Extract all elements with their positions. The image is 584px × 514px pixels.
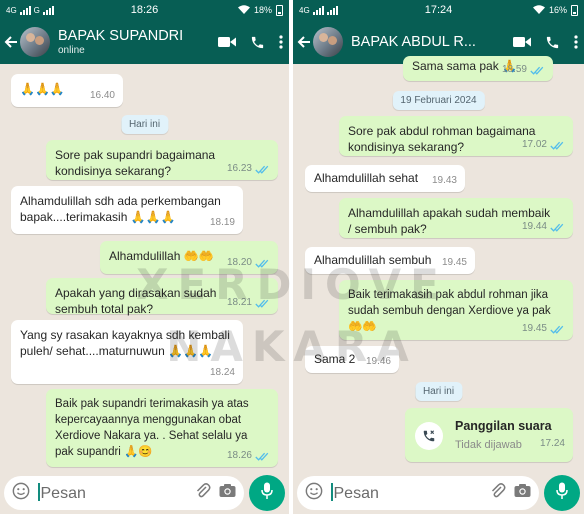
attach-icon[interactable]: [195, 482, 211, 505]
chat-screen-right: 4G 17:24 16% BAPAK ABDUL R... Sama sama …: [293, 0, 584, 514]
contact-info[interactable]: BAPAK SUPANDRI online: [58, 28, 212, 56]
message-input-container[interactable]: Pesan: [297, 476, 539, 510]
battery-percent: 16%: [548, 5, 567, 15]
message-time: 17.02: [521, 139, 547, 150]
composer: Pesan: [293, 472, 584, 514]
message-time: 18.24: [209, 367, 235, 378]
mic-button[interactable]: [544, 475, 580, 511]
contact-name: BAPAK SUPANDRI: [58, 28, 184, 44]
message-outgoing[interactable]: Alhamdulillah 🤲🤲 18.20: [100, 241, 278, 274]
network-label-2: G: [33, 5, 40, 15]
voice-call-icon[interactable]: [250, 35, 265, 50]
message-time: 16.40: [89, 90, 115, 101]
screenshot: 4G G 18:26 18% BAPAK SUPANDRI online 🙏🙏🙏…: [0, 0, 584, 514]
message-time: 19.43: [431, 175, 457, 186]
message-time: 18.59: [501, 64, 527, 75]
message-input[interactable]: Pesan: [331, 483, 482, 503]
camera-icon[interactable]: [514, 483, 531, 503]
message-incoming[interactable]: 🙏🙏🙏 16.40: [11, 74, 123, 107]
composer: Pesan: [0, 472, 289, 514]
date-separator: 19 Februari 2024: [392, 91, 485, 110]
emoji-icon[interactable]: [12, 482, 30, 505]
message-time: 18.19: [209, 217, 235, 228]
double-check-icon: [255, 165, 270, 174]
back-arrow-icon[interactable]: [2, 27, 20, 57]
message-incoming[interactable]: Sama 2 19.46: [305, 346, 399, 373]
network-label: 4G: [6, 5, 17, 15]
double-check-icon: [255, 452, 270, 461]
double-check-icon: [550, 141, 565, 150]
double-check-icon: [530, 66, 545, 75]
message-outgoing[interactable]: Apakah yang dirasakan sudah sembuh total…: [46, 278, 278, 316]
message-time: 18.21: [226, 297, 252, 308]
message-incoming[interactable]: Yang sy rasakan kayaknya sdh kembali pul…: [11, 320, 243, 384]
message-time: 17.24: [539, 438, 565, 449]
message-time: 19.46: [365, 356, 391, 367]
message-list[interactable]: 🙏🙏🙏 16.40 Hari ini Sore pak supandri bag…: [0, 64, 289, 472]
message-incoming[interactable]: Alhamdulillah sdh ada perkembangan bapak…: [11, 186, 243, 234]
double-check-icon: [550, 325, 565, 334]
back-arrow-icon[interactable]: [295, 27, 313, 57]
message-time: 18.26: [226, 450, 252, 461]
more-options-icon[interactable]: [279, 35, 283, 49]
status-bar: 4G 17:24 16%: [293, 0, 584, 20]
chat-screen-left: 4G G 18:26 18% BAPAK SUPANDRI online 🙏🙏🙏…: [0, 0, 289, 514]
attach-icon[interactable]: [490, 482, 506, 505]
mic-icon: [261, 482, 273, 505]
message-text: Yang sy rasakan kayaknya sdh kembali pul…: [20, 328, 230, 358]
message-input[interactable]: Pesan: [38, 483, 187, 503]
missed-call-icon: [415, 421, 443, 450]
contact-info[interactable]: BAPAK ABDUL R...: [351, 34, 507, 50]
message-time: 19.45: [441, 257, 467, 268]
call-status: Tidak dijawab: [455, 439, 522, 451]
double-check-icon: [550, 223, 565, 232]
chat-header: BAPAK SUPANDRI online: [0, 20, 289, 64]
message-time: 19.45: [521, 323, 547, 334]
voice-call-icon[interactable]: [545, 35, 560, 50]
mic-button[interactable]: [249, 475, 285, 511]
message-incoming[interactable]: Alhamdulillah sembuh 19.45: [305, 247, 475, 274]
battery-icon: [571, 4, 578, 16]
mic-icon: [556, 482, 568, 505]
battery-percent: 18%: [253, 5, 272, 15]
network-label: 4G: [299, 5, 310, 15]
wifi-icon: [237, 4, 250, 16]
message-list[interactable]: Sama sama pak 🙏 18.59 19 Februari 2024 S…: [293, 56, 584, 472]
message-input-container[interactable]: Pesan: [4, 476, 244, 510]
double-check-icon: [255, 299, 270, 308]
message-time: 19.44: [521, 221, 547, 232]
video-call-icon[interactable]: [218, 36, 236, 48]
double-check-icon: [255, 259, 270, 268]
signal-icon: [19, 5, 31, 15]
message-outgoing[interactable]: Alhamdulillah apakah sudah membaik / sem…: [339, 198, 573, 238]
date-separator: Hari ini: [414, 382, 463, 401]
message-outgoing[interactable]: Sore pak abdul rohman bagaimana kondisin…: [339, 116, 573, 156]
signal-icon: [312, 5, 324, 15]
more-options-icon[interactable]: [574, 35, 578, 49]
message-incoming[interactable]: Alhamdulillah sehat 19.43: [305, 165, 465, 192]
message-outgoing[interactable]: Sama sama pak 🙏 18.59: [403, 56, 553, 81]
status-bar: 4G G 18:26 18%: [0, 0, 289, 20]
emoji-icon[interactable]: [305, 482, 323, 505]
signal-icon-2: [326, 5, 338, 15]
camera-icon[interactable]: [219, 483, 236, 503]
date-separator: Hari ini: [120, 115, 169, 134]
wifi-icon: [532, 4, 545, 16]
contact-status: online: [58, 45, 85, 56]
video-call-icon[interactable]: [513, 36, 531, 48]
avatar[interactable]: [20, 27, 50, 57]
signal-icon-2: [42, 5, 54, 15]
contact-name: BAPAK ABDUL R...: [351, 34, 476, 50]
message-outgoing[interactable]: Baik terimakasih pak abdul rohman jika s…: [339, 280, 573, 340]
call-title: Panggilan suara: [455, 419, 552, 433]
message-text: Alhamdulillah sdh ada perkembangan bapak…: [20, 194, 221, 224]
message-outgoing[interactable]: Sore pak supandri bagaimana kondisinya s…: [46, 140, 278, 180]
call-log-bubble[interactable]: Panggilan suara Tidak dijawab 17.24: [405, 408, 573, 462]
message-time: 16.23: [226, 163, 252, 174]
message-outgoing[interactable]: Baik pak supandri terimakasih ya atas ke…: [46, 389, 278, 467]
avatar[interactable]: [313, 27, 343, 57]
message-time: 18.20: [226, 257, 252, 268]
battery-icon: [276, 4, 283, 16]
